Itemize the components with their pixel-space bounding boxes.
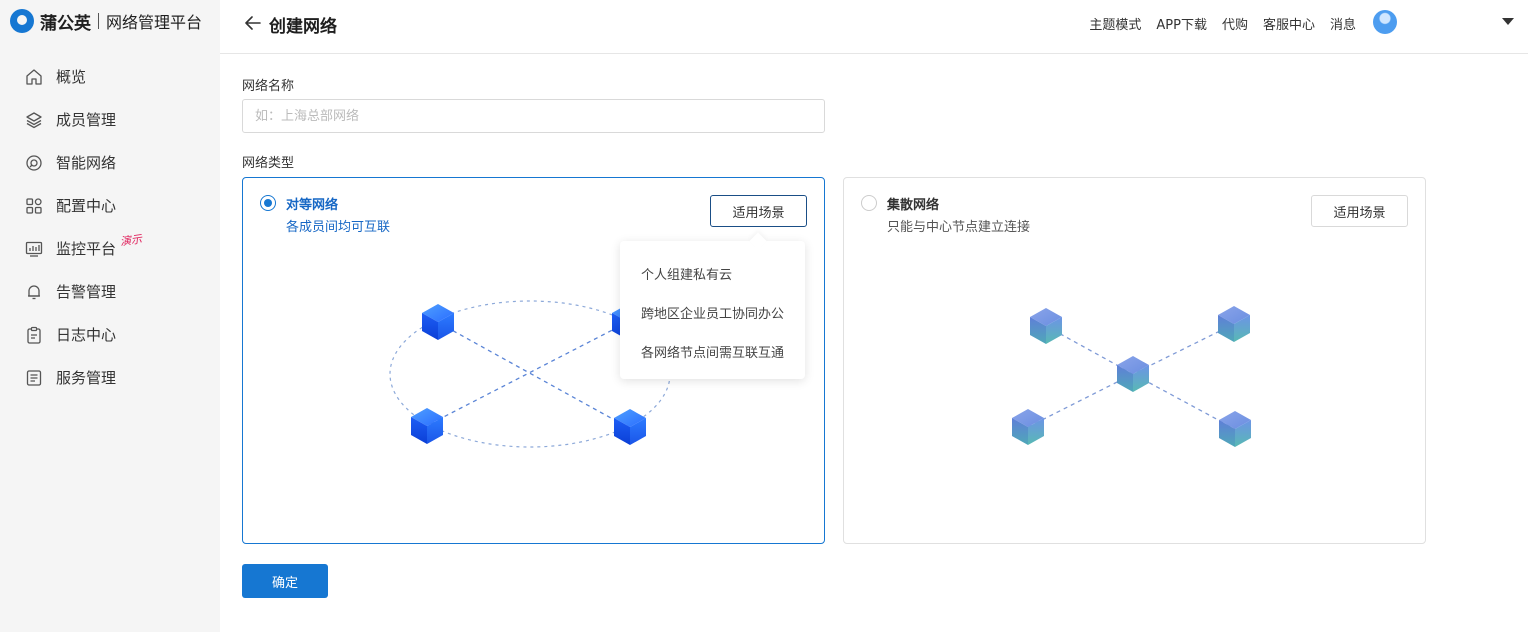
apps-grid-icon xyxy=(24,196,44,216)
hub-network-diagram xyxy=(1012,306,1251,447)
theme-mode-link[interactable]: 主题模式 xyxy=(1089,14,1141,33)
scene-item: 各网络节点间需互联互通 xyxy=(641,346,785,361)
hub-node-cube-icon xyxy=(1012,409,1044,445)
sidebar-item-service-management[interactable]: 服务管理 xyxy=(0,356,220,399)
app-download-link[interactable]: APP下载 xyxy=(1156,14,1207,33)
network-icon xyxy=(24,153,44,173)
peer-node-cube-icon xyxy=(411,408,443,444)
hub-network-option[interactable]: 集散网络 只能与中心节点建立连接 适用场景 xyxy=(843,177,1426,544)
sidebar: 蒲公英 网络管理平台 概览 成员管理 智能网络 配置中心 监控平台 演示 告警管… xyxy=(0,0,220,632)
avatar[interactable] xyxy=(1373,10,1397,34)
confirm-button[interactable]: 确定 xyxy=(242,564,328,598)
hub-node-cube-icon xyxy=(1030,308,1062,344)
sidebar-item-config-center[interactable]: 配置中心 xyxy=(0,184,220,227)
brand[interactable]: 蒲公英 网络管理平台 xyxy=(10,8,202,34)
sidebar-item-label: 监控平台 xyxy=(56,240,117,258)
sidebar-nav: 概览 成员管理 智能网络 配置中心 监控平台 演示 告警管理 日志中心 服务管理 xyxy=(0,55,220,399)
back-arrow-icon[interactable] xyxy=(242,12,264,34)
demo-badge: 演示 xyxy=(119,232,143,249)
home-icon xyxy=(24,67,44,87)
sidebar-item-monitor-platform[interactable]: 监控平台 演示 xyxy=(0,227,220,270)
sidebar-item-label: 智能网络 xyxy=(56,154,117,172)
sidebar-item-label: 告警管理 xyxy=(56,283,117,301)
sidebar-item-members[interactable]: 成员管理 xyxy=(0,98,220,141)
peer-node-cube-icon xyxy=(422,304,454,340)
sidebar-item-label: 配置中心 xyxy=(56,197,117,215)
sidebar-item-label: 服务管理 xyxy=(56,369,117,387)
hub-center-cube-icon xyxy=(1117,356,1149,392)
brand-name: 蒲公英 xyxy=(40,13,91,34)
hub-node-cube-icon xyxy=(1219,411,1251,447)
sidebar-item-logs[interactable]: 日志中心 xyxy=(0,313,220,356)
messages-link[interactable]: 消息 xyxy=(1330,14,1356,33)
network-name-input[interactable] xyxy=(242,99,825,133)
layers-icon xyxy=(24,110,44,130)
top-bar: 创建网络 主题模式 APP下载 代购 客服中心 消息 xyxy=(220,0,1528,54)
clipboard-icon xyxy=(24,325,44,345)
hub-node-cube-icon xyxy=(1218,306,1250,342)
brand-divider xyxy=(98,13,99,29)
customer-service-link[interactable]: 客服中心 xyxy=(1263,14,1315,33)
top-links: 主题模式 APP下载 代购 客服中心 消息 xyxy=(1089,14,1356,33)
sidebar-item-label: 日志中心 xyxy=(56,326,117,344)
sidebar-item-label: 概览 xyxy=(56,68,87,86)
network-type-label: 网络类型 xyxy=(242,156,295,171)
network-name-label: 网络名称 xyxy=(242,79,295,94)
document-list-icon xyxy=(24,368,44,388)
monitor-icon xyxy=(24,239,44,259)
scene-item: 个人组建私有云 xyxy=(641,268,733,283)
sidebar-item-smart-network[interactable]: 智能网络 xyxy=(0,141,220,184)
page-title: 创建网络 xyxy=(269,17,337,37)
sidebar-item-overview[interactable]: 概览 xyxy=(0,55,220,98)
peer-node-cube-icon xyxy=(614,409,646,445)
purchase-link[interactable]: 代购 xyxy=(1222,14,1248,33)
sidebar-item-label: 成员管理 xyxy=(56,111,117,129)
brand-subtitle: 网络管理平台 xyxy=(106,13,203,32)
sidebar-item-alerts[interactable]: 告警管理 xyxy=(0,270,220,313)
dandelion-logo-icon xyxy=(10,9,34,33)
bell-icon xyxy=(24,282,44,302)
caret-down-icon[interactable] xyxy=(1502,18,1514,25)
scene-popover: 个人组建私有云 跨地区企业员工协同办公 各网络节点间需互联互通 xyxy=(620,241,805,379)
scene-item: 跨地区企业员工协同办公 xyxy=(641,307,785,322)
